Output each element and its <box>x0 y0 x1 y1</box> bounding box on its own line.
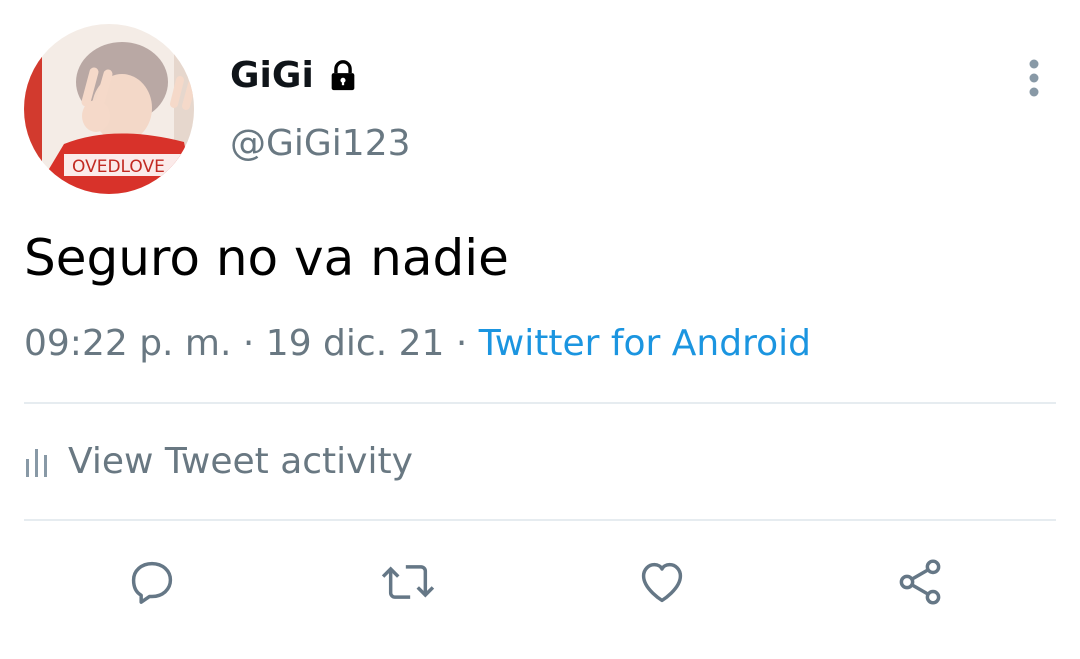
avatar-shirt-text: OVEDLOVE <box>72 157 165 177</box>
tweet-date[interactable]: 19 dic. 21 <box>266 323 445 364</box>
view-tweet-activity-label: View Tweet activity <box>68 441 413 482</box>
meta-separator: · <box>444 323 479 364</box>
display-name-text[interactable]: GiGi <box>230 52 314 100</box>
bar-chart-icon <box>24 445 50 479</box>
reply-icon[interactable] <box>120 550 184 614</box>
tweet-metadata: 09:22 p. m. · 19 dic. 21 · Twitter for A… <box>24 318 811 370</box>
display-name[interactable]: GiGi <box>230 52 360 100</box>
tweet-actions-bar <box>0 550 1080 614</box>
user-handle[interactable]: @GiGi123 <box>230 120 411 168</box>
more-vertical-icon[interactable] <box>1014 50 1054 106</box>
retweet-icon[interactable] <box>376 550 440 614</box>
meta-separator: · <box>231 323 266 364</box>
share-icon[interactable] <box>888 550 952 614</box>
view-tweet-activity-button[interactable]: View Tweet activity <box>24 436 413 488</box>
tweet-text: Seguro no va nadie <box>24 229 509 287</box>
avatar[interactable]: OVEDLOVE <box>24 24 194 194</box>
divider <box>24 519 1056 521</box>
heart-icon[interactable] <box>630 550 694 614</box>
tweet-time[interactable]: 09:22 p. m. <box>24 323 231 364</box>
tweet-source-link[interactable]: Twitter for Android <box>479 323 811 364</box>
divider <box>24 402 1056 404</box>
lock-icon <box>326 59 360 93</box>
